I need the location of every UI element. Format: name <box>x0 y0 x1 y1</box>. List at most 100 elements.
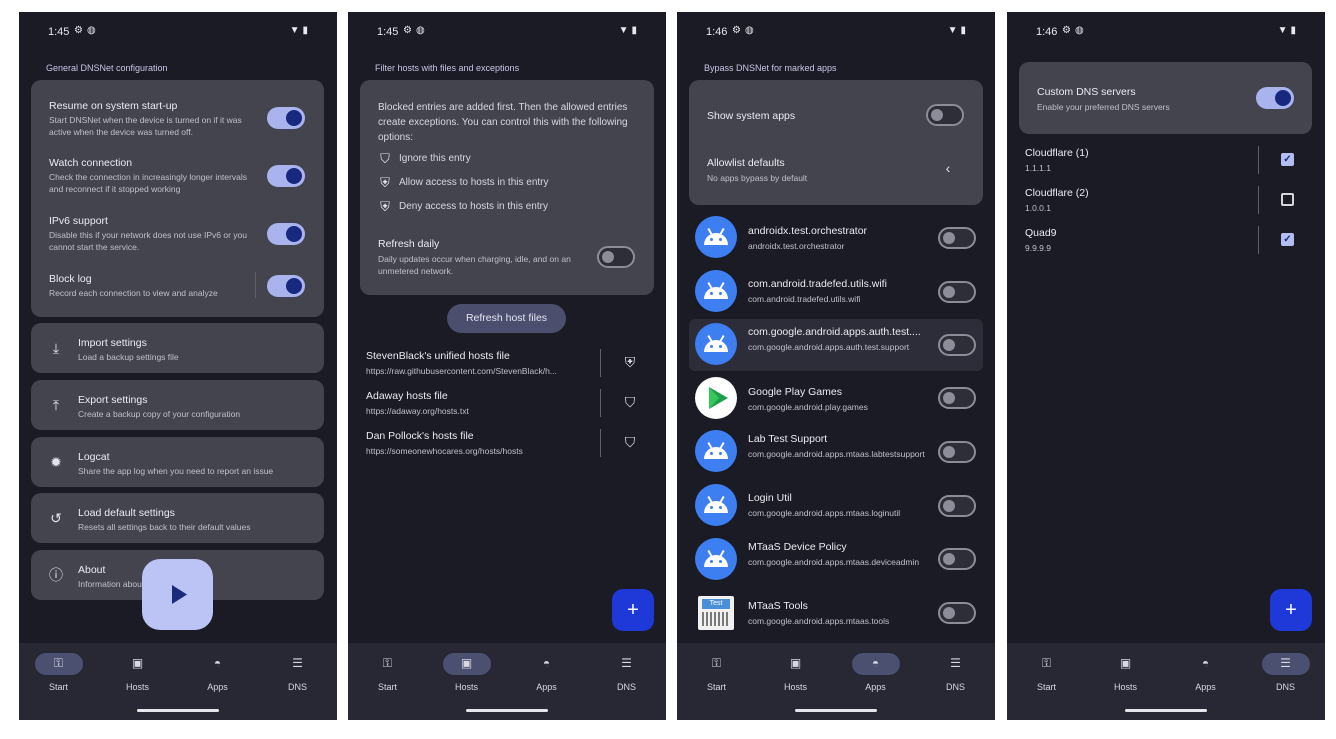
show-system-apps-label: Show system apps <box>707 110 796 122</box>
nav-apps[interactable]: ◓ Apps <box>1166 643 1245 703</box>
import-subtitle: Load a backup settings file <box>78 352 179 362</box>
android-icon: ◓ <box>213 656 222 670</box>
shield-outline-icon: ⛉ <box>380 151 390 166</box>
nav-label-start: Start <box>377 682 397 692</box>
add-dns-server-button[interactable]: + <box>1270 589 1312 631</box>
status-time: 1:45 <box>377 26 399 38</box>
dns-server-checkbox[interactable]: ✓ <box>1281 153 1294 166</box>
start-service-button[interactable] <box>142 559 213 630</box>
show-system-apps-toggle[interactable] <box>926 104 964 126</box>
app-bypass-toggle[interactable] <box>938 441 976 463</box>
dns-server-name: Cloudflare (1) <box>1025 147 1089 159</box>
shield-deny-icon: ⛨ <box>380 199 390 214</box>
app-package: com.google.android.apps.auth.test.suppor… <box>748 342 910 352</box>
folder-icon: ▣ <box>789 656 802 670</box>
export-title: Export settings <box>78 394 148 406</box>
nav-dns[interactable]: ☰ DNS <box>1246 643 1325 703</box>
host-name: Dan Pollock's hosts file <box>366 430 474 442</box>
bottom-navigation: ⚿ Start ▣ Hosts ◓ Apps ☰ DNS <box>1007 643 1325 720</box>
app-bypass-toggle[interactable] <box>938 334 976 356</box>
nav-apps[interactable]: ◓ Apps <box>507 643 586 703</box>
android-icon <box>695 270 737 312</box>
host-url: https://someonewhocares.org/hosts/hosts <box>366 446 523 456</box>
plus-icon: + <box>627 599 639 621</box>
divider <box>600 429 601 457</box>
setting-subtitle-resume: Start DNSNet when the device is turned o… <box>49 115 242 137</box>
bottom-navigation: ⚿ Start ▣ Hosts ◓ Apps ☰ DNS <box>677 643 995 720</box>
ipv6-toggle[interactable] <box>267 223 305 245</box>
watch-connection-toggle[interactable] <box>267 165 305 187</box>
host-url: https://adaway.org/hosts.txt <box>366 406 469 416</box>
status-bar: 1:46 ⚙◍ ▼▮ <box>677 12 995 52</box>
nav-start[interactable]: ⚿ Start <box>1007 643 1086 703</box>
nav-dns[interactable]: ☰ DNS <box>587 643 666 703</box>
nav-hosts[interactable]: ▣ Hosts <box>427 643 506 703</box>
setting-subtitle-watch: Check the connection in increasingly lon… <box>49 172 247 194</box>
load-default-title: Load default settings <box>78 507 175 519</box>
load-default-subtitle: Resets all settings back to their defaul… <box>78 522 251 532</box>
export-settings-button[interactable]: ⤒ Export settings Create a backup copy o… <box>31 380 324 430</box>
upload-icon: ⤒ <box>52 397 60 413</box>
setting-title-watch: Watch connection <box>49 157 133 169</box>
dns-icon: ☰ <box>621 656 632 670</box>
nav-dns[interactable]: ☰ DNS <box>258 643 337 703</box>
wifi-battery-icon: ▼▮ <box>947 25 969 36</box>
nav-label-apps: Apps <box>536 682 557 692</box>
android-icon <box>695 216 737 258</box>
dns-server-name: Cloudflare (2) <box>1025 187 1089 199</box>
status-settings-icon: ⚙◍ <box>732 25 758 36</box>
shield-outline-icon[interactable]: ⛉ <box>622 435 638 449</box>
refresh-daily-toggle[interactable] <box>597 246 635 268</box>
refresh-host-files-button[interactable]: Refresh host files <box>447 304 566 333</box>
shield-outline-icon[interactable]: ⛉ <box>622 395 638 409</box>
shield-deny-icon[interactable]: ⛨ <box>622 355 638 369</box>
key-icon: ⚿ <box>1041 656 1052 670</box>
history-icon: ↺ <box>50 510 62 526</box>
play-games-icon <box>695 377 737 419</box>
wifi-battery-icon: ▼▮ <box>289 25 311 36</box>
status-settings-icon: ⚙◍ <box>1062 25 1088 36</box>
info-icon: ⓘ <box>49 567 63 583</box>
nav-apps[interactable]: ◓ Apps <box>836 643 915 703</box>
nav-hosts[interactable]: ▣ Hosts <box>756 643 835 703</box>
resume-toggle[interactable] <box>267 107 305 129</box>
app-name: MTaaS Tools <box>748 600 808 612</box>
chevron-left-icon[interactable]: ‹ <box>941 161 955 175</box>
dns-server-ip: 1.1.1.1 <box>1025 163 1051 173</box>
nav-label-dns: DNS <box>1275 682 1295 692</box>
phone-screen-dns: 1:46 ⚙◍ ▼▮ Custom DNS servers Enable you… <box>1007 12 1325 720</box>
nav-label-start: Start <box>48 682 68 692</box>
divider <box>1258 226 1259 254</box>
nav-start[interactable]: ⚿ Start <box>19 643 98 703</box>
nav-hosts[interactable]: ▣ Hosts <box>1086 643 1165 703</box>
app-name: androidx.test.orchestrator <box>748 225 868 237</box>
add-host-button[interactable]: + <box>612 589 654 631</box>
app-bypass-toggle[interactable] <box>938 281 976 303</box>
import-settings-button[interactable]: ⤓ Import settings Load a backup settings… <box>31 323 324 373</box>
dns-server-checkbox[interactable] <box>1281 193 1294 206</box>
app-bypass-toggle[interactable] <box>938 387 976 409</box>
nav-start[interactable]: ⚿ Start <box>348 643 427 703</box>
refresh-daily-subtitle: Daily updates occur when charging, idle,… <box>378 254 571 276</box>
nav-label-start: Start <box>1036 682 1056 692</box>
nav-apps[interactable]: ◓ Apps <box>178 643 257 703</box>
nav-hosts[interactable]: ▣ Hosts <box>98 643 177 703</box>
app-bypass-toggle[interactable] <box>938 495 976 517</box>
key-icon: ⚿ <box>53 656 64 670</box>
key-icon: ⚿ <box>711 656 722 670</box>
app-bypass-toggle[interactable] <box>938 602 976 624</box>
dns-server-checkbox[interactable]: ✓ <box>1281 233 1294 246</box>
custom-dns-card: Custom DNS servers Enable your preferred… <box>1019 62 1312 134</box>
nav-start[interactable]: ⚿ Start <box>677 643 756 703</box>
load-default-settings-button[interactable]: ↺ Load default settings Resets all setti… <box>31 493 324 543</box>
nav-dns[interactable]: ☰ DNS <box>916 643 995 703</box>
divider <box>1258 146 1259 174</box>
app-bypass-toggle[interactable] <box>938 227 976 249</box>
setting-title-blocklog: Block log <box>49 273 92 285</box>
custom-dns-toggle[interactable] <box>1256 87 1294 109</box>
logcat-button[interactable]: ✹ Logcat Share the app log when you need… <box>31 437 324 487</box>
option-deny: Deny access to hosts in this entry <box>399 201 548 212</box>
block-log-toggle[interactable] <box>267 275 305 297</box>
app-bypass-toggle[interactable] <box>938 548 976 570</box>
dns-server-ip: 1.0.0.1 <box>1025 203 1051 213</box>
